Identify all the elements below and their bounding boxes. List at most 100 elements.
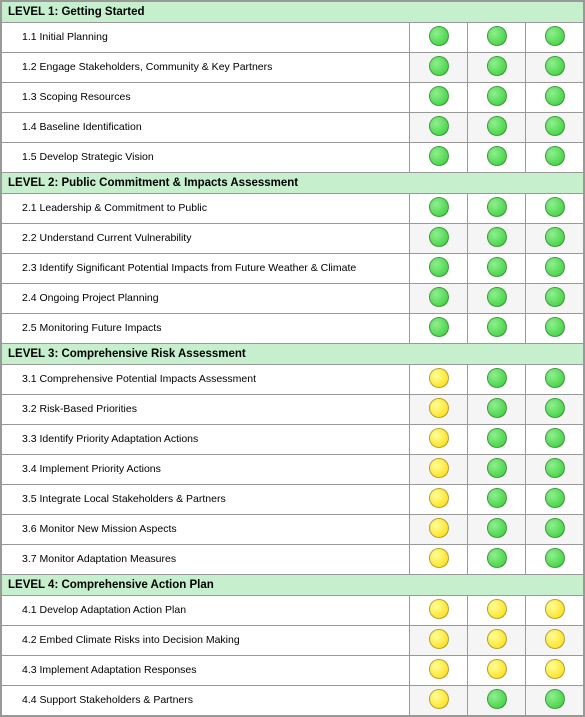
status-dot <box>429 317 449 337</box>
dot-cell-0 <box>410 113 468 143</box>
status-dot <box>545 458 565 478</box>
status-dot <box>429 146 449 166</box>
dot-cell-1 <box>468 395 526 425</box>
status-dot <box>429 86 449 106</box>
item-label: 2.2 Understand Current Vulnerability <box>2 224 410 254</box>
dot-cell-0 <box>410 395 468 425</box>
dot-cell-0 <box>410 485 468 515</box>
dot-cell-2 <box>526 425 584 455</box>
item-label: 1.1 Initial Planning <box>2 23 410 53</box>
dot-cell-2 <box>526 515 584 545</box>
item-label: 1.5 Develop Strategic Vision <box>2 143 410 173</box>
dot-cell-1 <box>468 23 526 53</box>
dot-cell-1 <box>468 686 526 716</box>
status-dot <box>545 26 565 46</box>
status-dot <box>545 257 565 277</box>
dot-cell-1 <box>468 113 526 143</box>
dot-cell-2 <box>526 143 584 173</box>
item-label: 2.1 Leadership & Commitment to Public <box>2 194 410 224</box>
item-label: 3.4 Implement Priority Actions <box>2 455 410 485</box>
status-dot <box>487 428 507 448</box>
item-label: 3.1 Comprehensive Potential Impacts Asse… <box>2 365 410 395</box>
main-table: LEVEL 1: Getting Started1.1 Initial Plan… <box>0 0 585 717</box>
status-dot <box>429 26 449 46</box>
status-dot <box>487 257 507 277</box>
status-dot <box>545 116 565 136</box>
item-label: 3.7 Monitor Adaptation Measures <box>2 545 410 575</box>
status-dot <box>545 287 565 307</box>
dot-cell-1 <box>468 455 526 485</box>
dot-cell-2 <box>526 596 584 626</box>
dot-cell-0 <box>410 425 468 455</box>
dot-cell-2 <box>526 113 584 143</box>
status-dot <box>429 599 449 619</box>
status-dot <box>429 287 449 307</box>
status-dot <box>545 227 565 247</box>
status-dot <box>429 398 449 418</box>
status-dot <box>487 548 507 568</box>
status-dot <box>487 227 507 247</box>
status-dot <box>545 428 565 448</box>
dot-cell-2 <box>526 314 584 344</box>
dot-cell-0 <box>410 23 468 53</box>
status-dot <box>487 56 507 76</box>
dot-cell-0 <box>410 143 468 173</box>
status-dot <box>487 116 507 136</box>
dot-cell-1 <box>468 545 526 575</box>
status-dot <box>487 368 507 388</box>
dot-cell-2 <box>526 254 584 284</box>
level-header-level3: LEVEL 3: Comprehensive Risk Assessment <box>2 344 584 365</box>
dot-cell-1 <box>468 53 526 83</box>
dot-cell-1 <box>468 194 526 224</box>
dot-cell-1 <box>468 254 526 284</box>
status-dot <box>487 629 507 649</box>
status-dot <box>487 317 507 337</box>
status-dot <box>487 518 507 538</box>
dot-cell-0 <box>410 455 468 485</box>
status-dot <box>429 518 449 538</box>
status-dot <box>429 548 449 568</box>
item-label: 4.4 Support Stakeholders & Partners <box>2 686 410 716</box>
dot-cell-0 <box>410 626 468 656</box>
status-dot <box>545 197 565 217</box>
dot-cell-2 <box>526 485 584 515</box>
dot-cell-1 <box>468 656 526 686</box>
dot-cell-1 <box>468 83 526 113</box>
dot-cell-0 <box>410 53 468 83</box>
status-dot <box>429 629 449 649</box>
status-dot <box>429 689 449 709</box>
dot-cell-2 <box>526 626 584 656</box>
status-dot <box>487 689 507 709</box>
dot-cell-0 <box>410 284 468 314</box>
status-dot <box>545 146 565 166</box>
status-dot <box>545 548 565 568</box>
dot-cell-1 <box>468 314 526 344</box>
level-header-level4: LEVEL 4: Comprehensive Action Plan <box>2 575 584 596</box>
status-dot <box>545 488 565 508</box>
dot-cell-0 <box>410 365 468 395</box>
status-dot <box>545 398 565 418</box>
item-label: 3.2 Risk-Based Priorities <box>2 395 410 425</box>
status-dot <box>487 26 507 46</box>
dot-cell-2 <box>526 395 584 425</box>
item-label: 1.3 Scoping Resources <box>2 83 410 113</box>
dot-cell-1 <box>468 425 526 455</box>
dot-cell-1 <box>468 485 526 515</box>
dot-cell-2 <box>526 656 584 686</box>
dot-cell-2 <box>526 53 584 83</box>
dot-cell-0 <box>410 545 468 575</box>
status-dot <box>429 227 449 247</box>
status-dot <box>487 599 507 619</box>
status-dot <box>545 56 565 76</box>
dot-cell-0 <box>410 656 468 686</box>
status-dot <box>429 116 449 136</box>
item-label: 1.4 Baseline Identification <box>2 113 410 143</box>
status-dot <box>487 287 507 307</box>
item-label: 3.5 Integrate Local Stakeholders & Partn… <box>2 485 410 515</box>
status-dot <box>487 488 507 508</box>
status-dot <box>545 629 565 649</box>
status-dot <box>429 488 449 508</box>
dot-cell-1 <box>468 626 526 656</box>
item-label: 1.2 Engage Stakeholders, Community & Key… <box>2 53 410 83</box>
dot-cell-1 <box>468 224 526 254</box>
